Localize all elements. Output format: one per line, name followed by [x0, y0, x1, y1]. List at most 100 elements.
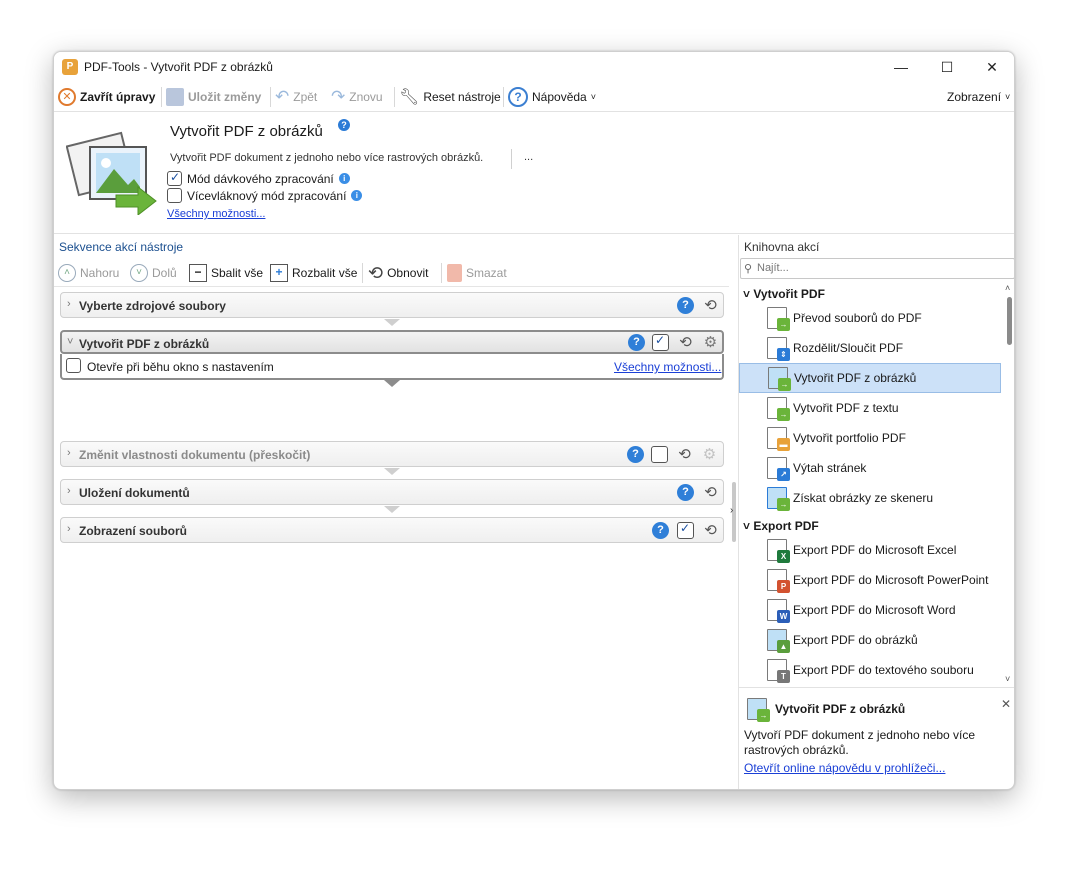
- help-menu-button[interactable]: ? Nápověda ˅: [508, 85, 596, 109]
- sequence-connector: [384, 319, 400, 326]
- group-create-pdf[interactable]: ˅ Vytvořit PDF: [743, 287, 825, 301]
- action-card-show-files[interactable]: › Zobrazení souborů ? ⟲: [60, 517, 724, 543]
- library-item[interactable]: T Export PDF do textového souboru: [739, 655, 1001, 684]
- collapse-all-button[interactable]: − Sbalit vše: [189, 262, 263, 284]
- help-menu-label: Nápověda: [532, 90, 587, 104]
- multithread-mode-checkbox[interactable]: [167, 188, 182, 203]
- library-item[interactable]: → Vytvořit PDF z textu: [739, 393, 1001, 423]
- action-card-select-source[interactable]: › Vyberte zdrojové soubory ? ⟲: [60, 292, 724, 318]
- info-icon[interactable]: i: [338, 173, 350, 184]
- library-item-label: Export PDF do textového souboru: [793, 663, 974, 677]
- help-icon[interactable]: ?: [677, 297, 694, 314]
- library-scrollbar[interactable]: ˄ ˅: [1004, 283, 1014, 684]
- move-down-button[interactable]: ˅ Dolů: [130, 262, 177, 284]
- chevron-down-icon[interactable]: ˅: [67, 336, 73, 348]
- reset-icon[interactable]: ⟲: [702, 297, 719, 314]
- library-item-selected[interactable]: → Vytvořit PDF z obrázků: [739, 363, 1001, 393]
- all-options-link[interactable]: Všechny možnosti...: [614, 360, 721, 374]
- library-item[interactable]: P Export PDF do Microsoft PowerPoint: [739, 565, 1001, 595]
- library-item[interactable]: → Převod souborů do PDF: [739, 303, 1001, 333]
- panel-splitter[interactable]: ›: [729, 235, 738, 789]
- move-up-button[interactable]: ˄ Nahoru: [58, 262, 119, 284]
- reset-icon[interactable]: ⟲: [702, 484, 719, 501]
- portfolio-icon: ▬: [767, 427, 790, 451]
- library-item-label: Převod souborů do PDF: [793, 311, 922, 325]
- app-window: P PDF-Tools - Vytvořit PDF z obrázků — ☐…: [53, 51, 1015, 790]
- save-button[interactable]: Uložit změny: [166, 85, 261, 109]
- sequence-connector: [384, 380, 400, 387]
- refresh-button[interactable]: ⟲ Obnovit: [368, 262, 428, 284]
- all-options-link[interactable]: Všechny možnosti...: [167, 208, 265, 220]
- chevron-down-icon: ˅: [1005, 92, 1011, 102]
- library-item[interactable]: ⇕ Rozdělit/Sloučit PDF: [739, 333, 1001, 363]
- close-edit-button[interactable]: ✕ Zavřít úpravy: [58, 85, 155, 109]
- info-icon[interactable]: i: [351, 190, 363, 201]
- title-bar: P PDF-Tools - Vytvořit PDF z obrázků — ☐…: [54, 52, 1014, 82]
- batch-mode-option[interactable]: Mód dávkového zpracování i: [167, 170, 350, 186]
- more-button[interactable]: ...: [524, 151, 533, 163]
- show-settings-checkbox[interactable]: [66, 358, 81, 373]
- help-icon[interactable]: ?: [338, 119, 350, 131]
- reset-icon[interactable]: ⟲: [702, 522, 719, 539]
- close-icon[interactable]: ✕: [1001, 697, 1011, 711]
- action-card-save-documents[interactable]: › Uložení dokumentů ? ⟲: [60, 479, 724, 505]
- enable-action-checkbox[interactable]: [652, 333, 669, 351]
- undo-button[interactable]: ↶ Zpět: [275, 85, 317, 109]
- scroll-up-icon[interactable]: ˄: [1005, 283, 1010, 293]
- move-up-label: Nahoru: [80, 266, 120, 280]
- action-library-panel: Knihovna akcí ⚲ Najít... ˅ Vytvořit PDF …: [738, 235, 1014, 789]
- redo-button[interactable]: ↷ Znovu: [331, 85, 383, 109]
- help-icon[interactable]: ?: [652, 522, 669, 539]
- expand-all-button[interactable]: + Rozbalit vše: [270, 262, 357, 284]
- library-item-label: Získat obrázky ze skeneru: [793, 491, 934, 505]
- close-window-button[interactable]: ✕: [969, 52, 1014, 82]
- enable-action-checkbox[interactable]: [677, 521, 694, 539]
- chevron-right-icon[interactable]: ›: [67, 298, 71, 310]
- powerpoint-icon: P: [767, 569, 790, 593]
- view-menu-button[interactable]: Zobrazení ˅: [947, 85, 1010, 109]
- text-to-pdf-icon: →: [767, 397, 790, 421]
- multithread-mode-option[interactable]: Vícevláknový mód zpracování i: [167, 188, 363, 203]
- chevron-right-icon[interactable]: ›: [730, 505, 733, 516]
- chevron-right-icon[interactable]: ›: [67, 447, 71, 459]
- gear-icon[interactable]: ⚙: [702, 334, 719, 351]
- export-text-icon: T: [767, 659, 790, 683]
- library-item[interactable]: ▲ Export PDF do obrázků: [739, 625, 1001, 655]
- group-export-pdf[interactable]: ˅ Export PDF: [743, 519, 819, 533]
- library-item[interactable]: → Získat obrázky ze skeneru: [739, 483, 1001, 513]
- action-sequence-panel: Sekvence akcí nástroje ˄ Nahoru ˅ Dolů −…: [54, 235, 729, 789]
- delete-button[interactable]: Smazat: [447, 262, 507, 284]
- library-item[interactable]: W Export PDF do Microsoft Word: [739, 595, 1001, 625]
- chevron-right-icon[interactable]: ›: [67, 485, 71, 497]
- library-item[interactable]: ▬ Vytvořit portfolio PDF: [739, 423, 1001, 453]
- library-search-input[interactable]: ⚲ Najít...: [740, 258, 1014, 279]
- help-icon[interactable]: ?: [677, 484, 694, 501]
- close-circle-icon: ✕: [58, 88, 76, 106]
- reset-icon[interactable]: ⟲: [677, 334, 694, 351]
- library-item[interactable]: X Export PDF do Microsoft Excel: [739, 535, 1001, 565]
- reset-tool-button[interactable]: 🔧︎ Reset nástroje: [399, 85, 501, 109]
- image-to-pdf-icon: →: [747, 698, 770, 722]
- action-card-create-pdf-from-images[interactable]: ˅ Vytvořit PDF z obrázků ? ⟲ ⚙: [60, 330, 724, 354]
- gear-icon[interactable]: ⚙: [701, 446, 718, 463]
- action-label: Zobrazení souborů: [79, 524, 187, 538]
- maximize-button[interactable]: ☐: [924, 52, 970, 82]
- reset-icon[interactable]: ⟲: [676, 446, 693, 463]
- undo-icon: ↶: [275, 87, 290, 106]
- help-icon[interactable]: ?: [627, 446, 644, 463]
- minimize-button[interactable]: —: [878, 52, 924, 82]
- action-card-change-properties[interactable]: › Změnit vlastnosti dokumentu (přeskočit…: [60, 441, 724, 467]
- split-merge-icon: ⇕: [767, 337, 790, 361]
- scrollbar-thumb[interactable]: [1007, 297, 1012, 345]
- extract-pages-icon: ↗: [767, 457, 790, 481]
- chevron-right-icon[interactable]: ›: [67, 523, 71, 535]
- collapse-icon: −: [189, 264, 207, 282]
- expand-all-label: Rozbalit vše: [292, 266, 358, 280]
- scroll-down-icon[interactable]: ˅: [1005, 674, 1010, 684]
- library-item[interactable]: ↗ Výtah stránek: [739, 453, 1001, 483]
- enable-action-checkbox[interactable]: [651, 446, 668, 463]
- batch-mode-checkbox[interactable]: [167, 170, 182, 186]
- online-help-link[interactable]: Otevřít online nápovědu v prohlížeči...: [744, 761, 945, 775]
- tool-description[interactable]: Vytvořit PDF dokument z jednoho nebo víc…: [170, 149, 512, 169]
- help-icon[interactable]: ?: [628, 334, 645, 351]
